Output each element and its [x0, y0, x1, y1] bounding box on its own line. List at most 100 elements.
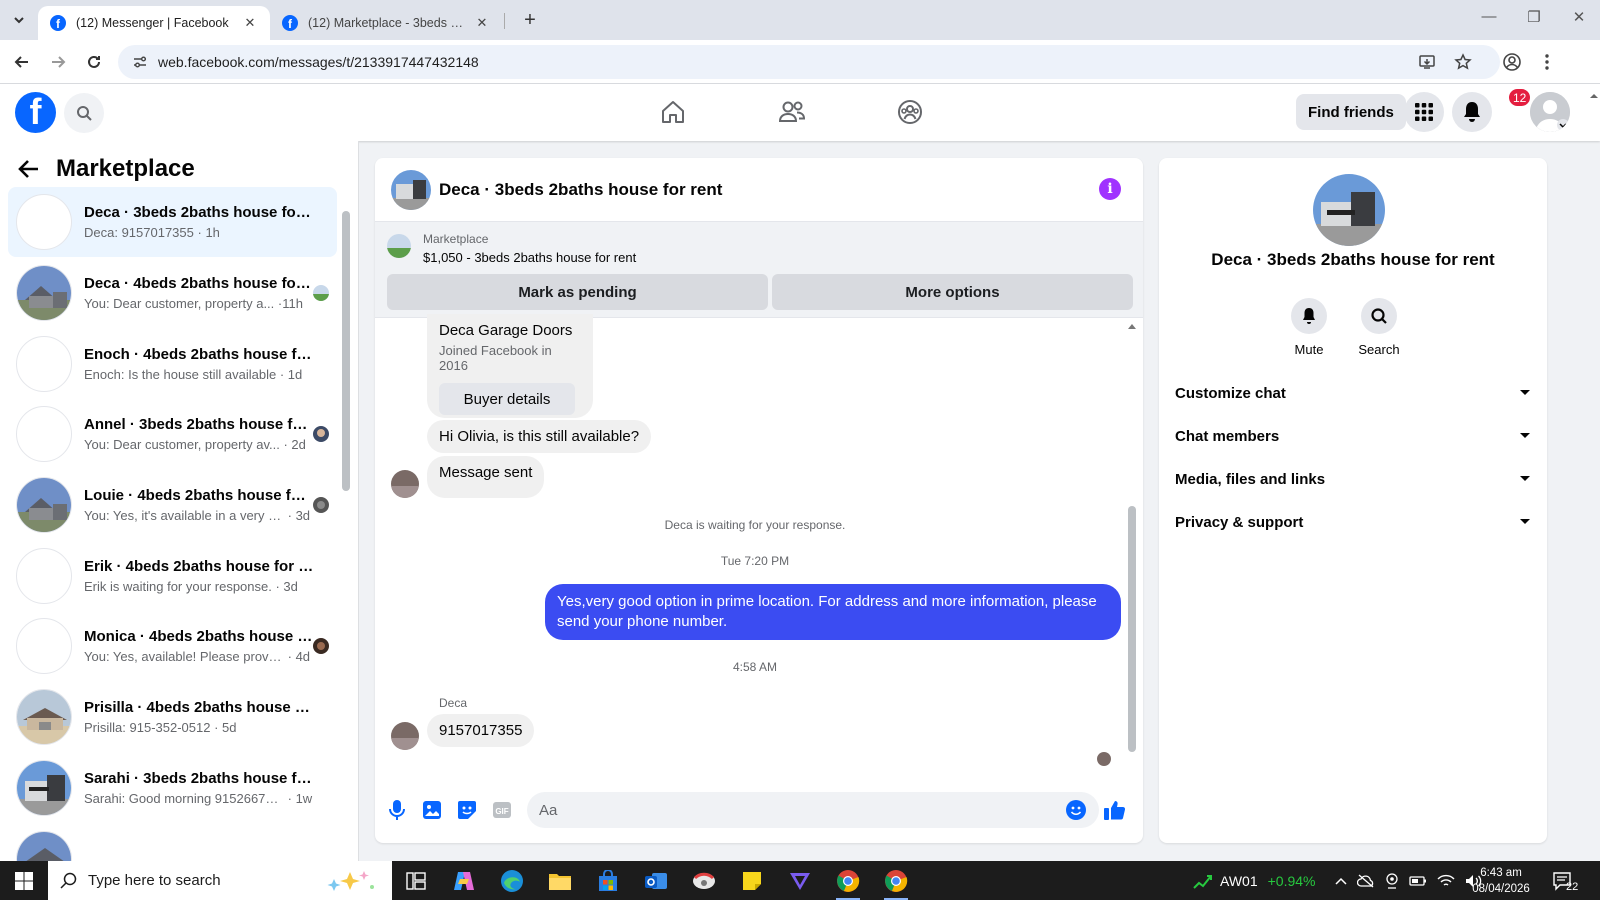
menu-grid-button[interactable] [1404, 92, 1444, 132]
system-clock[interactable]: 6:43 am 08/04/2026 [1466, 865, 1536, 897]
microphone-icon[interactable] [385, 798, 409, 822]
chrome-icon[interactable] [828, 866, 868, 900]
conversation-name: Louie · 4beds 2baths house for rent [84, 487, 314, 504]
taskbar-search-box[interactable]: Type here to search [48, 861, 392, 900]
close-tab-icon[interactable]: ✕ [474, 15, 490, 31]
conversation-item[interactable]: Deca · 3beds 2baths house for rent Deca:… [8, 187, 337, 257]
search-highlight-icon [320, 869, 380, 893]
conversation-item[interactable]: Prisilla · 4beds 2baths house for rent P… [8, 682, 337, 752]
chat-avatar[interactable] [391, 169, 431, 210]
conversation-snippet: You: Yes, available! Please provid... [84, 649, 284, 664]
mark-as-pending-button[interactable]: Mark as pending [387, 274, 768, 310]
restore-button[interactable]: ❐ [1522, 8, 1546, 26]
info-icon[interactable]: i [1099, 178, 1121, 200]
sidebar-title: Marketplace [56, 155, 195, 182]
friends-nav-icon[interactable] [777, 97, 807, 127]
copilot-icon[interactable] [444, 866, 484, 896]
mute-action[interactable]: Mute [1279, 298, 1339, 357]
facebook-search-button[interactable] [64, 93, 104, 133]
new-tab-button[interactable]: + [518, 10, 542, 30]
conversation-name: Sarahi · 3beds 2baths house for rent [84, 770, 314, 787]
home-nav-icon[interactable] [658, 97, 688, 127]
minimize-button[interactable]: — [1477, 8, 1501, 25]
thumbs-up-icon[interactable] [1103, 798, 1127, 822]
browser-menu-icon[interactable] [1535, 50, 1559, 74]
notifications-button[interactable] [1452, 92, 1492, 132]
conversation-item[interactable]: Monica · 4beds 2baths house for rent You… [8, 611, 337, 681]
webcam-icon[interactable] [1385, 872, 1399, 889]
vpn-app-icon[interactable] [780, 866, 820, 896]
sticky-notes-icon[interactable] [732, 866, 772, 896]
chat-members-row[interactable]: Chat members [1175, 418, 1531, 454]
conversation-item[interactable]: Sarahi · 3beds 2baths house for rent Sar… [8, 753, 337, 823]
sidebar-scrollbar[interactable] [342, 201, 350, 841]
microsoft-store-icon[interactable] [588, 866, 628, 896]
message-bubble-outgoing: Yes,very good option in prime location. … [545, 584, 1121, 640]
edge-browser-icon[interactable] [492, 866, 532, 896]
conversation-name: Deca · 4beds 2baths house for rent [84, 275, 314, 292]
account-avatar[interactable] [1530, 92, 1570, 132]
back-button[interactable] [10, 50, 34, 74]
chat-scrollbar[interactable] [1127, 322, 1137, 766]
listing-price-title[interactable]: $1,050 - 3beds 2baths house for rent [423, 250, 636, 265]
buyer-details-button[interactable]: Buyer details [439, 383, 575, 415]
conversation-item[interactable]: Enoch · 4beds 2baths house for rent Enoc… [8, 329, 337, 399]
back-arrow-icon[interactable] [18, 159, 40, 179]
chat-scroll-thumb[interactable] [1128, 506, 1136, 752]
conversation-snippet: You: Dear customer, property av... [84, 437, 280, 452]
customize-chat-row[interactable]: Customize chat [1175, 375, 1531, 411]
cloud-offline-icon[interactable] [1357, 874, 1375, 888]
conversation-item[interactable]: Louie · 4beds 2baths house for rent You:… [8, 470, 337, 540]
tab-search-menu[interactable] [6, 8, 32, 32]
sidebar-scroll-thumb[interactable] [342, 211, 350, 491]
forward-button[interactable] [46, 50, 70, 74]
conversation-avatar-large[interactable] [1313, 174, 1385, 246]
file-explorer-icon[interactable] [540, 866, 580, 896]
conversation-item-partial[interactable] [8, 824, 337, 861]
profile-icon[interactable] [1500, 50, 1524, 74]
stock-ticker-widget[interactable]: AW01 +0.94% [1192, 861, 1315, 900]
address-bar[interactable]: web.facebook.com/messages/t/213391744743… [118, 45, 1500, 79]
tab-messenger[interactable]: f (12) Messenger | Facebook ✕ [38, 6, 270, 40]
emoji-icon[interactable] [1064, 798, 1088, 822]
install-app-icon[interactable] [1418, 45, 1436, 79]
page-scrollbar[interactable] [1588, 90, 1600, 850]
media-app-icon[interactable] [684, 866, 724, 896]
media-files-links-row[interactable]: Media, files and links [1175, 461, 1531, 497]
groups-nav-icon[interactable] [895, 97, 925, 127]
bookmark-star-icon[interactable] [1454, 45, 1472, 79]
sticker-icon[interactable] [455, 798, 479, 822]
reload-button[interactable] [82, 50, 106, 74]
house-photo-thumbnail [16, 265, 72, 321]
close-window-button[interactable]: ✕ [1567, 8, 1591, 26]
conversation-item[interactable]: Deca · 4beds 2baths house for rent You: … [8, 258, 337, 328]
windows-start-button[interactable] [0, 861, 48, 900]
tab-marketplace[interactable]: f (12) Marketplace - 3beds 2bath ✕ [270, 6, 502, 40]
task-view-icon[interactable] [396, 866, 436, 896]
conversation-item[interactable]: Erik · 4beds 2baths house for rent Erik … [8, 541, 337, 611]
search-in-conversation-action[interactable]: Search [1349, 298, 1409, 357]
facebook-logo-icon[interactable]: f [15, 92, 56, 133]
gif-icon[interactable]: GIF [490, 798, 514, 822]
battery-icon[interactable] [1409, 875, 1427, 887]
taskbar-search-placeholder: Type here to search [88, 872, 221, 889]
conversation-time: 1d [287, 367, 303, 382]
chevron-up-icon[interactable] [1335, 877, 1347, 885]
close-tab-icon[interactable]: ✕ [242, 15, 258, 31]
facebook-favicon-icon: f [282, 15, 298, 31]
chevron-down-icon [14, 17, 24, 24]
conversation-item[interactable]: Annel · 3beds 2baths house for rent You:… [8, 399, 337, 469]
more-options-button[interactable]: More options [772, 274, 1133, 310]
find-friends-button[interactable]: Find friends [1296, 94, 1406, 130]
facebook-header: f Find friends 12 [0, 84, 1600, 141]
site-settings-icon[interactable] [132, 54, 150, 70]
chat-title[interactable]: Deca · 3beds 2baths house for rent [439, 180, 722, 200]
notification-center-button[interactable]: 22 [1552, 861, 1578, 900]
wifi-icon[interactable] [1437, 874, 1455, 888]
house-photo-thumbnail [16, 477, 72, 533]
outlook-icon[interactable] [636, 866, 676, 896]
chrome-profile-icon[interactable] [876, 866, 916, 900]
message-input[interactable]: Aa [527, 792, 1099, 828]
privacy-support-row[interactable]: Privacy & support [1175, 504, 1531, 540]
photo-icon[interactable] [420, 798, 444, 822]
